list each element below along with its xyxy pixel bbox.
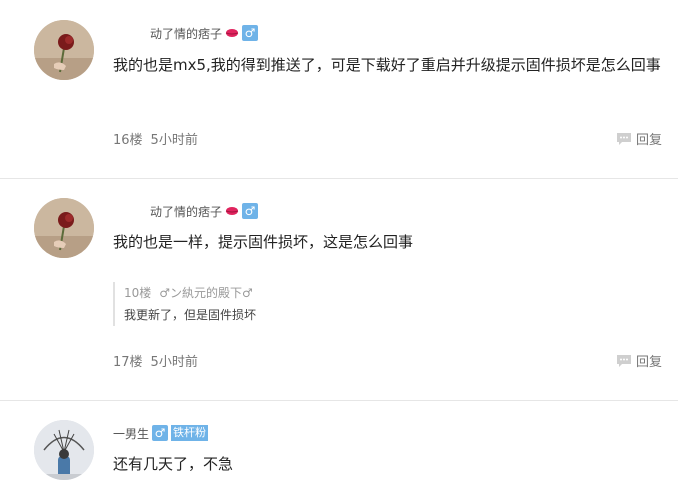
comment-bubble-icon: [616, 132, 631, 145]
gender-male-icon: ♂: [242, 203, 259, 219]
user-row: 动了情的痞子 ♂: [150, 24, 259, 42]
quoted-reply: 10楼 ♂ン紈元的殿下♂ 我更新了，但是固件损坏: [113, 282, 544, 326]
comment-bubble-icon: [616, 354, 631, 367]
post-meta: 16楼 5小时前: [113, 129, 198, 148]
post-content: 还有几天了，不急: [113, 455, 234, 473]
user-row: 一男生 ♂ 铁杆粉: [113, 424, 209, 442]
reply-button[interactable]: 回复: [616, 351, 662, 370]
quote-user[interactable]: ♂ン紈元的殿下♂: [159, 286, 253, 300]
post-time: 5小时前: [150, 133, 198, 148]
lips-icon: [225, 207, 239, 215]
floor-number: 17楼: [113, 355, 143, 370]
reply-button[interactable]: 回复: [616, 129, 662, 148]
username[interactable]: 动了情的痞子: [150, 203, 222, 220]
quote-floor: 10楼: [124, 286, 152, 300]
post-17: 动了情的痞子 ♂ 我的也是一样，提示固件损坏，这是怎么回事 10楼 ♂ン紈元的殿下…: [0, 178, 678, 401]
avatar[interactable]: [34, 20, 94, 80]
reply-label: 回复: [635, 355, 662, 370]
user-row: 动了情的痞子 ♂: [150, 202, 259, 220]
post-next: 一男生 ♂ 铁杆粉 还有几天了，不急: [0, 400, 678, 500]
username[interactable]: 一男生: [113, 425, 149, 442]
gender-male-icon: ♂: [242, 25, 259, 41]
post-content: 我的也是mx5,我的得到推送了，可是下载好了重启并升级提示固件损坏是怎么回事: [113, 56, 661, 74]
post-content: 我的也是一样，提示固件损坏，这是怎么回事: [113, 233, 414, 251]
post-16: 动了情的痞子 ♂ 我的也是mx5,我的得到推送了，可是下载好了重启并升级提示固件…: [0, 0, 678, 179]
avatar[interactable]: [34, 420, 94, 480]
post-meta: 17楼 5小时前: [113, 351, 198, 370]
username[interactable]: 动了情的痞子: [150, 25, 222, 42]
floor-number: 16楼: [113, 133, 143, 148]
gender-male-icon: ♂: [152, 425, 169, 441]
quote-text: 我更新了，但是固件损坏: [124, 308, 257, 322]
fan-level-badge: 铁杆粉: [171, 425, 209, 441]
avatar[interactable]: [34, 198, 94, 258]
reply-label: 回复: [635, 133, 662, 148]
lips-icon: [225, 29, 239, 37]
post-time: 5小时前: [150, 355, 198, 370]
